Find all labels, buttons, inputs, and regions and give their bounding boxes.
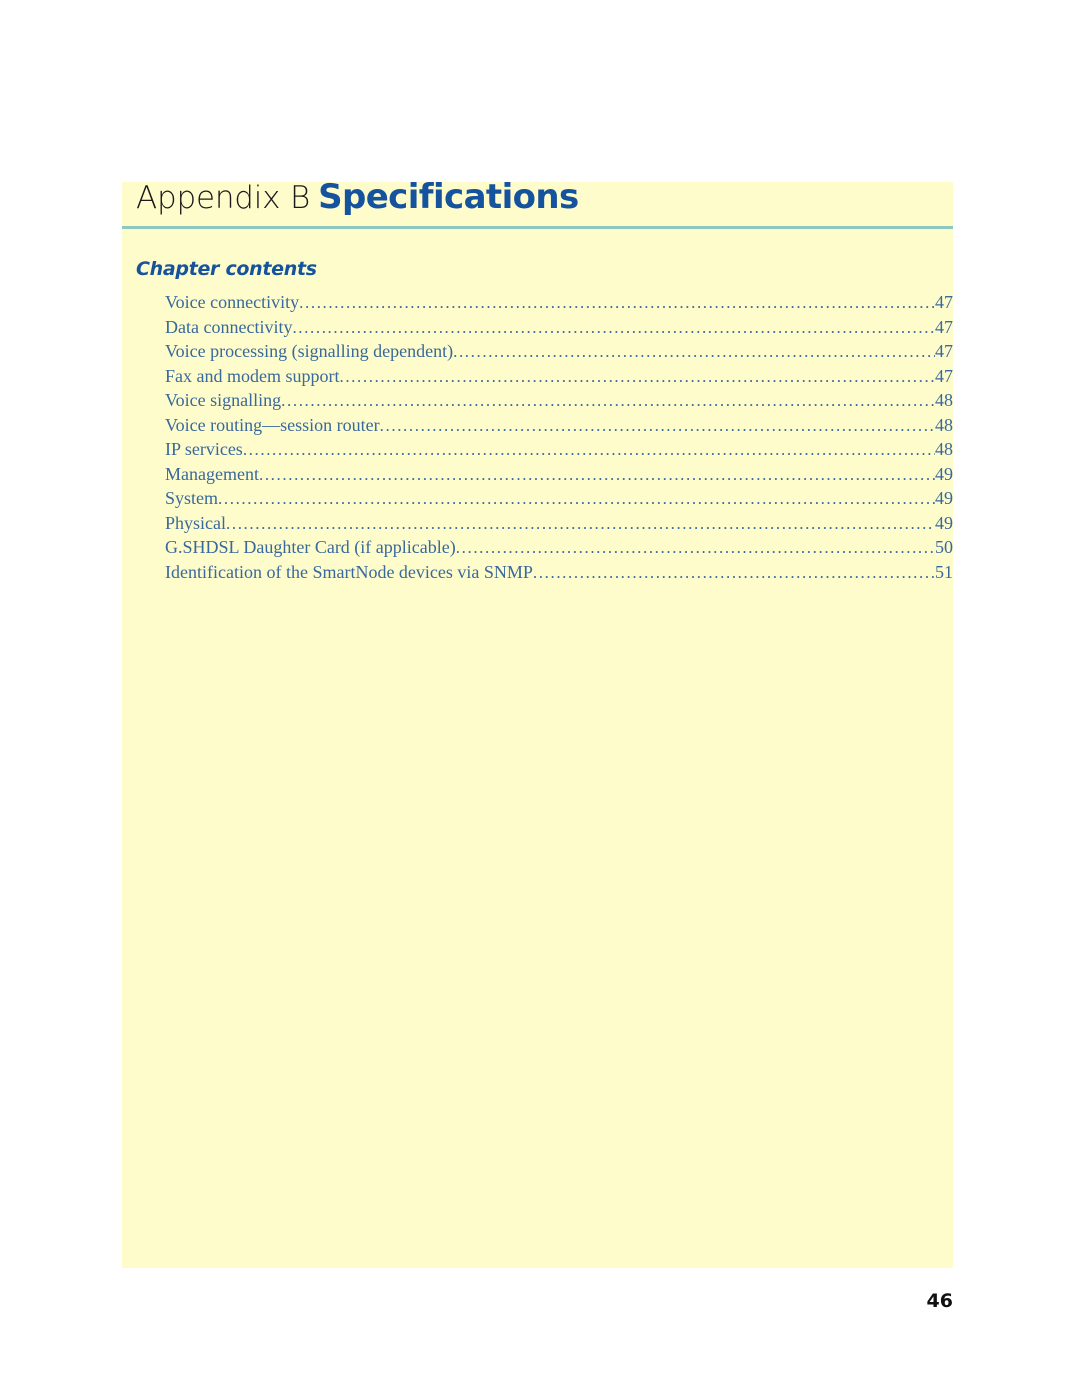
toc-entry-page: 47 bbox=[935, 365, 953, 386]
chapter-contents-heading: Chapter contents bbox=[136, 258, 317, 280]
toc-dot-leader bbox=[299, 293, 935, 313]
toc-entry-page: 49 bbox=[935, 463, 953, 484]
toc-dot-leader bbox=[453, 342, 935, 362]
toc-entry[interactable]: Voice processing (signalling dependent) 4… bbox=[165, 341, 953, 366]
toc-entry-label: Voice connectivity bbox=[165, 292, 300, 312]
toc-dot-leader bbox=[292, 318, 935, 338]
toc-entry-label: G.SHDSL Daughter Card (if applicable) bbox=[165, 537, 456, 557]
toc-entry-label: Identification of the SmartNode devices … bbox=[165, 561, 533, 582]
toc-entry[interactable]: Data connectivity 47 bbox=[165, 317, 953, 342]
toc-entry-label: IP services bbox=[165, 439, 243, 459]
toc-dot-leader bbox=[226, 514, 935, 534]
toc-dot-leader bbox=[533, 563, 935, 583]
toc-dot-leader bbox=[259, 465, 935, 485]
toc-entry[interactable]: G.SHDSL Daughter Card (if applicable) 50 bbox=[165, 537, 953, 562]
toc-entry-page: 47 bbox=[935, 341, 953, 361]
toc-entry[interactable]: Identification of the SmartNode devices … bbox=[165, 562, 953, 587]
toc-dot-leader bbox=[218, 489, 935, 509]
page-title-main: Specifications bbox=[318, 177, 579, 217]
toc-entry[interactable]: Management 49 bbox=[165, 464, 953, 489]
toc-entry-page: 51 bbox=[935, 561, 953, 582]
toc-entry[interactable]: Fax and modem support 47 bbox=[165, 366, 953, 391]
toc-entry-page: 48 bbox=[935, 439, 953, 459]
toc-entry[interactable]: Voice routing—session router 48 bbox=[165, 415, 953, 440]
toc-entry[interactable]: Voice signalling 48 bbox=[165, 390, 953, 415]
toc-entry-label: Data connectivity bbox=[165, 316, 293, 337]
table-of-contents: Voice connectivity47Data connectivity47V… bbox=[165, 292, 953, 586]
toc-dot-leader bbox=[380, 416, 935, 436]
toc-entry-label: Voice routing—session router bbox=[165, 414, 380, 435]
title-divider bbox=[122, 226, 953, 229]
toc-dot-leader bbox=[281, 391, 935, 411]
toc-entry-page: 49 bbox=[935, 488, 953, 508]
page-title: Appendix B Specifications bbox=[136, 180, 579, 214]
page-title-prefix: Appendix B bbox=[136, 180, 311, 216]
toc-entry[interactable]: Voice connectivity 47 bbox=[165, 292, 953, 317]
toc-dot-leader bbox=[339, 367, 935, 387]
toc-entry-page: 49 bbox=[935, 512, 953, 533]
toc-entry[interactable]: System 49 bbox=[165, 488, 953, 513]
toc-entry-page: 47 bbox=[935, 292, 953, 312]
toc-entry[interactable]: Physical 49 bbox=[165, 513, 953, 538]
toc-dot-leader bbox=[243, 440, 935, 460]
chapter-content-block: Appendix B Specifications Chapter content… bbox=[122, 180, 953, 1268]
toc-entry-label: Physical bbox=[165, 512, 226, 533]
toc-entry-label: Fax and modem support bbox=[165, 365, 340, 386]
toc-entry-page: 47 bbox=[935, 316, 953, 337]
toc-entry[interactable]: IP services 48 bbox=[165, 439, 953, 464]
toc-entry-label: Management bbox=[165, 463, 259, 484]
toc-entry-label: Voice processing (signalling dependent) bbox=[165, 341, 454, 361]
toc-dot-leader bbox=[456, 538, 935, 558]
toc-entry-page: 48 bbox=[935, 414, 953, 435]
page-number: 46 bbox=[926, 1290, 953, 1312]
toc-entry-page: 50 bbox=[935, 537, 953, 557]
toc-entry-label: System bbox=[165, 488, 219, 508]
toc-entry-label: Voice signalling bbox=[165, 390, 282, 410]
toc-entry-page: 48 bbox=[935, 390, 953, 410]
